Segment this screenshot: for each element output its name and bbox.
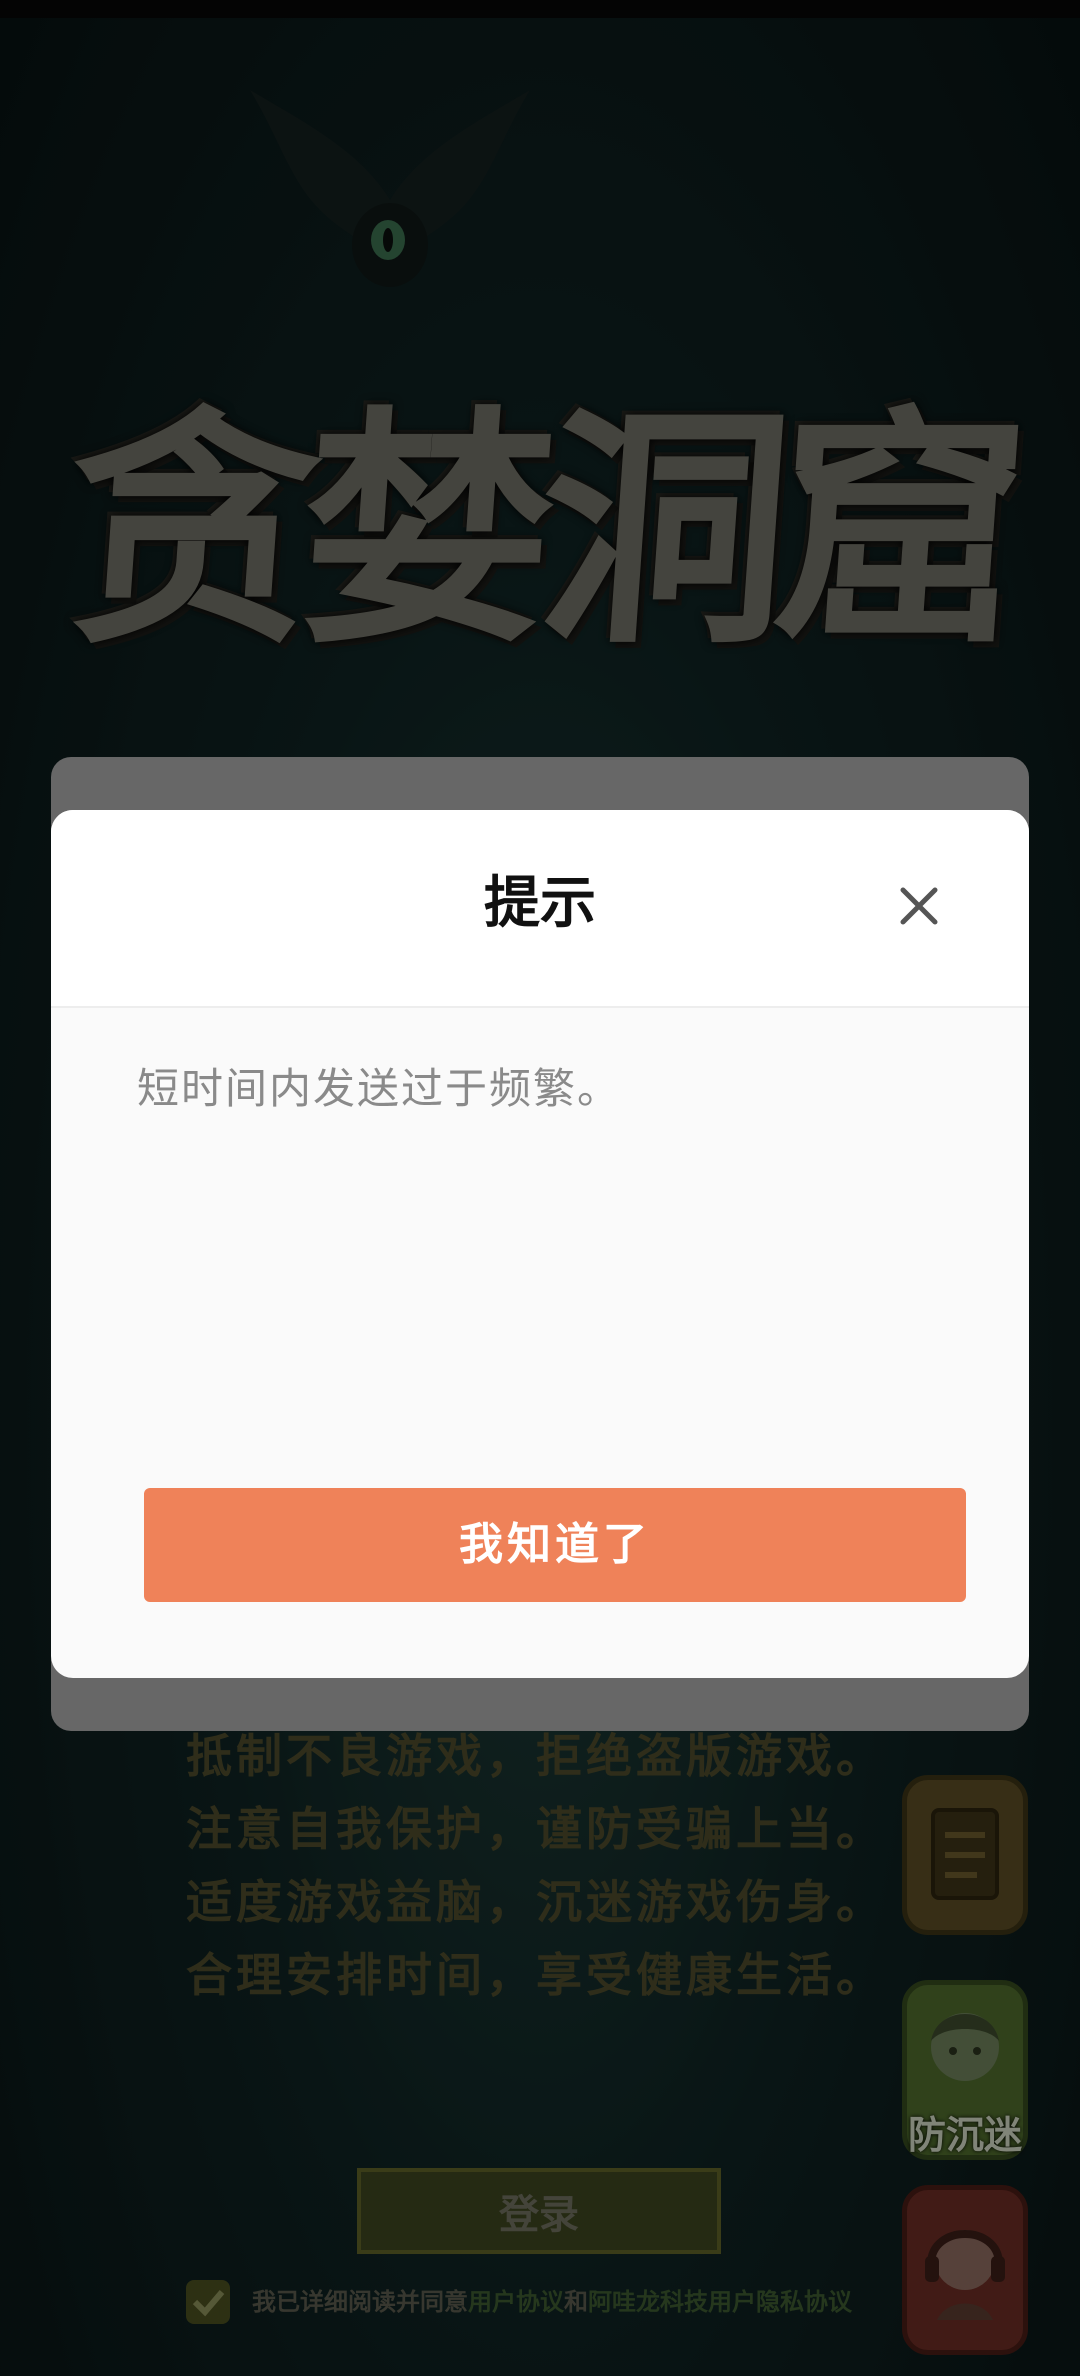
close-icon[interactable]	[889, 876, 949, 936]
dialog-title: 提示	[484, 870, 596, 936]
dialog-header: 提示	[51, 810, 1029, 1008]
dialog-message: 短时间内发送过于频繁。	[137, 1064, 622, 1113]
confirm-button[interactable]: 我知道了	[144, 1488, 966, 1602]
alert-dialog: 提示 短时间内发送过于频繁。 我知道了	[51, 810, 1029, 1678]
